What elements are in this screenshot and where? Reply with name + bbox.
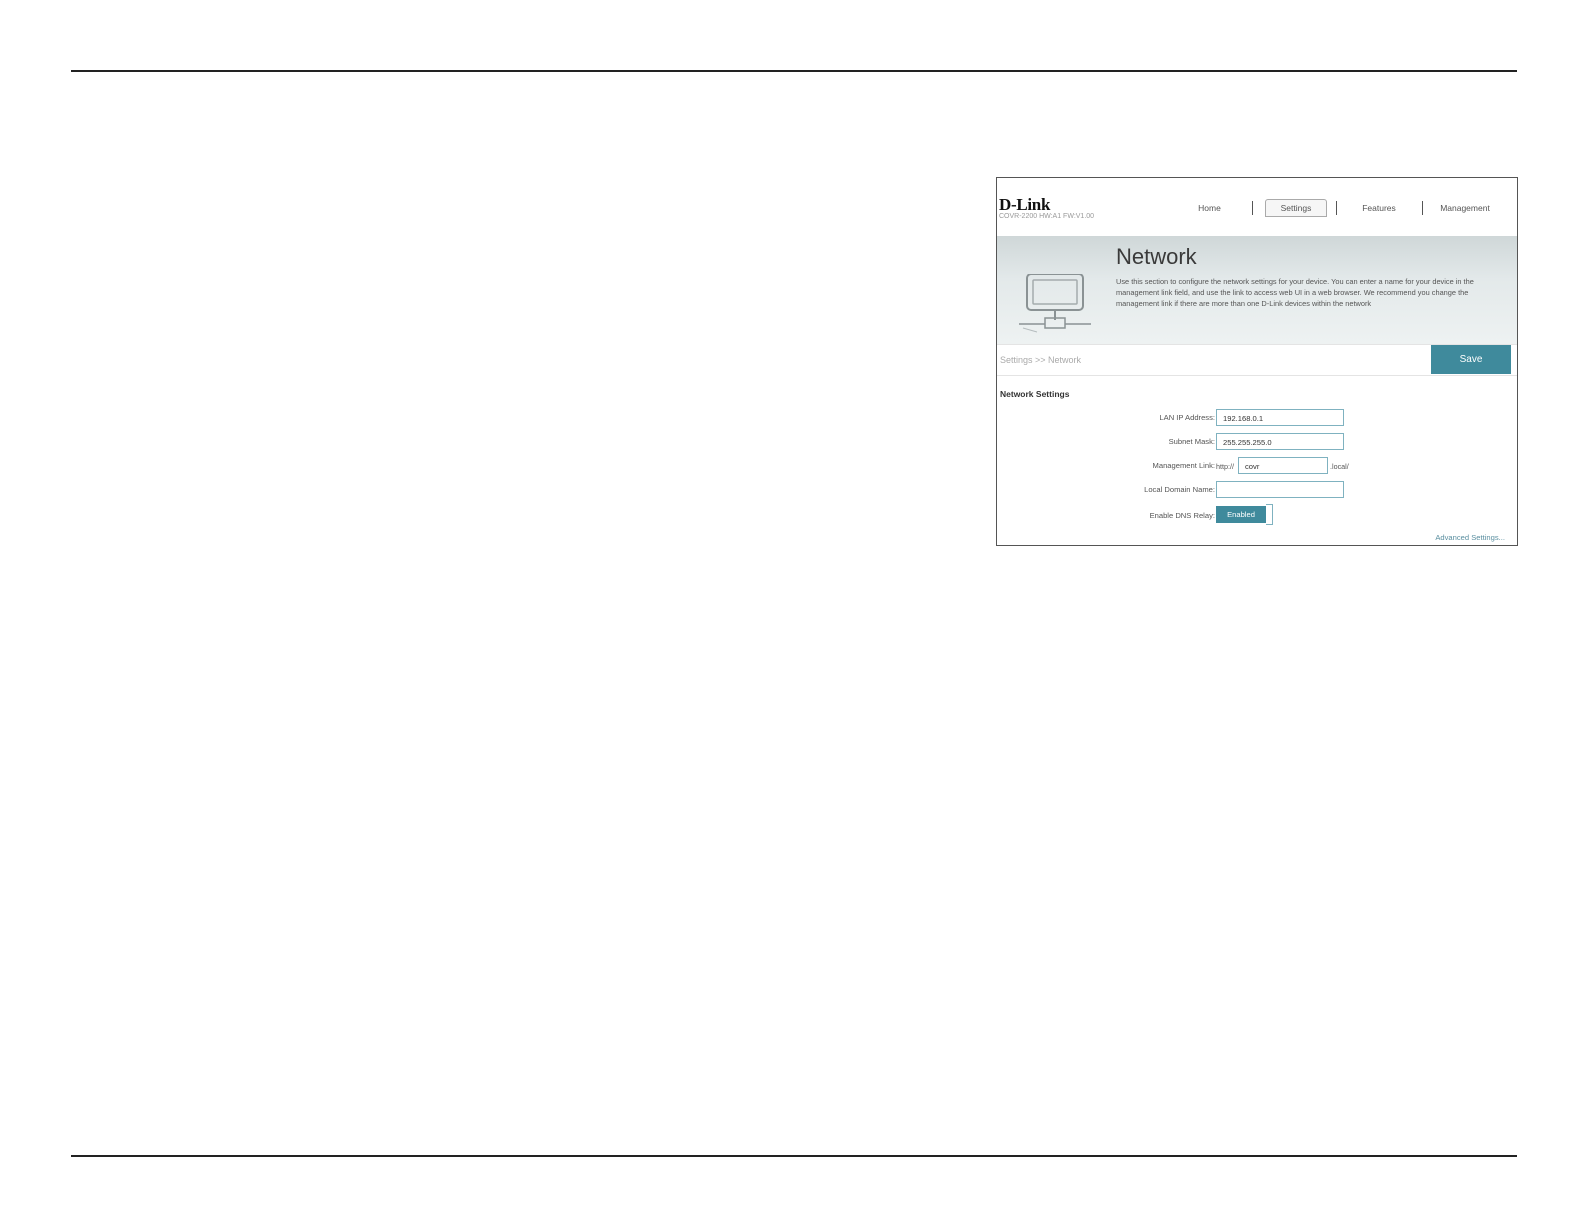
dns-relay-label: Enable DNS Relay: [1149,511,1215,520]
local-domain-field[interactable] [1216,481,1344,498]
dns-relay-toggle[interactable]: Enabled [1216,506,1266,523]
advanced-settings-link[interactable]: Advanced Settings... [1435,533,1505,542]
network-computer-icon [1019,274,1091,333]
lan-ip-field[interactable]: 192.168.0.1 [1216,409,1344,426]
nav-separator [1336,201,1337,215]
nav-features[interactable]: Features [1349,199,1409,217]
management-link-label: Management Link: [1152,461,1215,470]
management-link-suffix: .local/ [1330,462,1349,471]
local-domain-label: Local Domain Name: [1144,485,1215,494]
subnet-mask-label: Subnet Mask: [1168,437,1215,446]
header-bar: D-Link COVR-2200 HW:A1 FW:V1.00 Home Set… [997,178,1517,236]
page-title: Network [1116,244,1197,269]
page-description: Use this section to configure the networ… [1116,277,1474,308]
nav-management[interactable]: Management [1429,199,1501,217]
bottom-rule [71,1155,1517,1157]
toggle-knob[interactable] [1266,504,1273,525]
router-ui-screenshot: D-Link COVR-2200 HW:A1 FW:V1.00 Home Set… [996,177,1518,546]
dlink-logo: D-Link [999,195,1051,214]
nav-settings[interactable]: Settings [1265,199,1327,217]
breadcrumb: Settings >> Network [1000,355,1082,365]
management-link-prefix: http:// [1216,462,1234,471]
management-link-field[interactable]: covr [1238,457,1328,474]
top-rule [71,70,1517,72]
section-title: Network Settings [1000,389,1070,399]
model-info: COVR-2200 HW:A1 FW:V1.00 [999,213,1095,220]
nav-home[interactable]: Home [1182,199,1237,217]
lan-ip-label: LAN IP Address: [1159,413,1215,422]
subnet-mask-field[interactable]: 255.255.255.0 [1216,433,1344,450]
nav-separator [1252,201,1253,215]
nav-separator [1422,201,1423,215]
save-button[interactable]: Save [1431,345,1511,374]
